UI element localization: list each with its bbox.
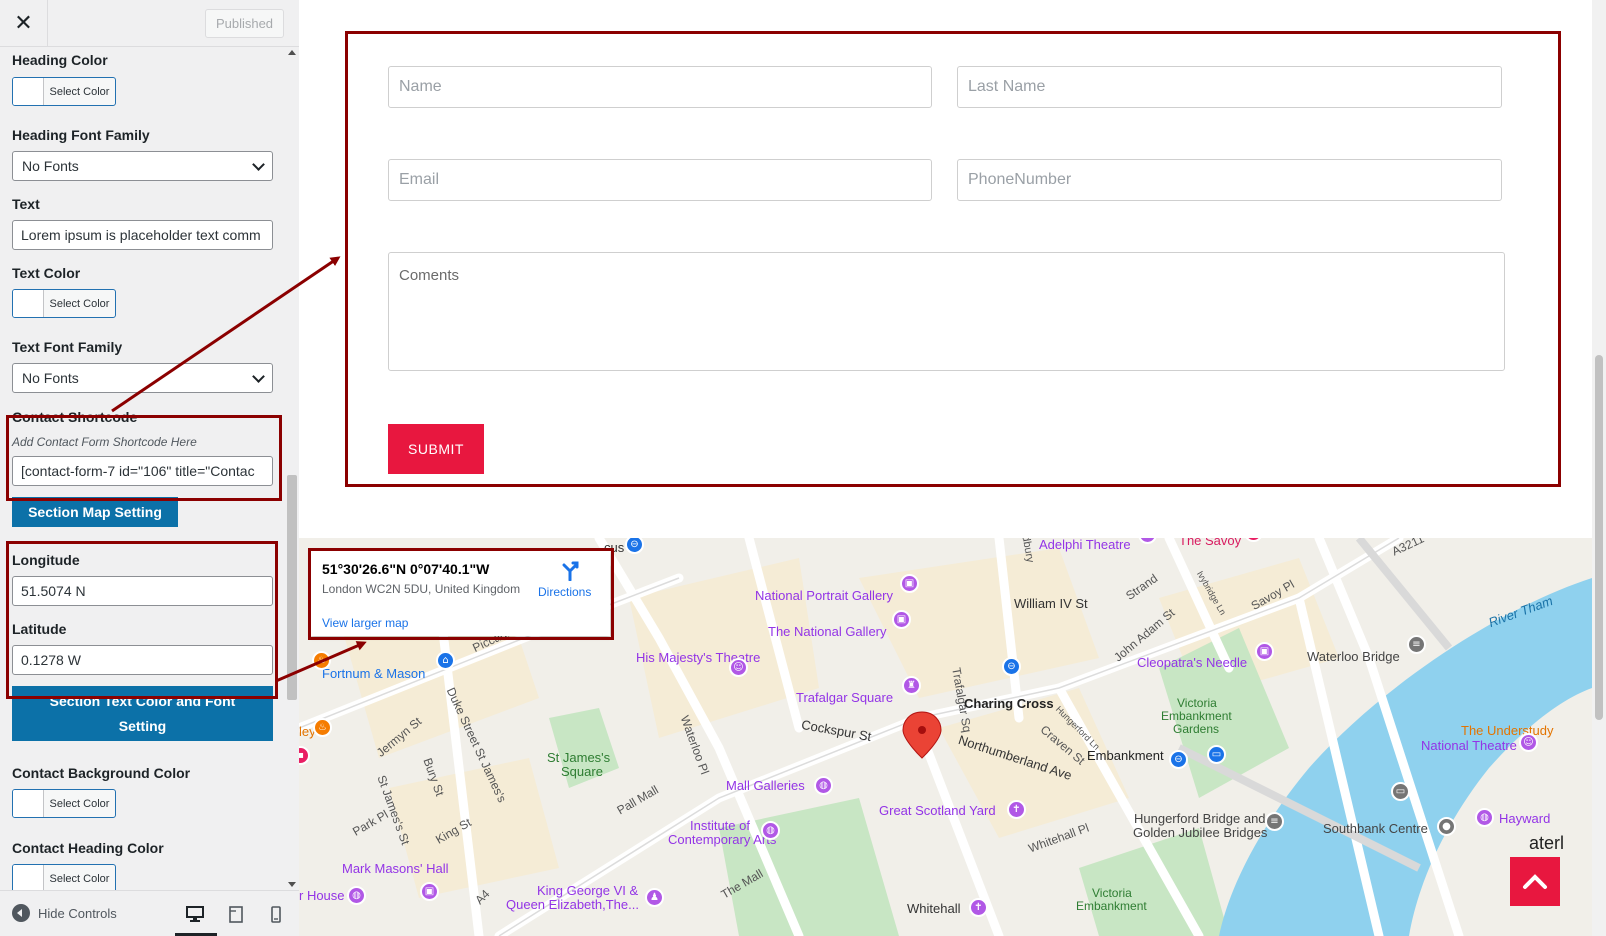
annotation-arrows — [111, 256, 367, 683]
customizer-screen: ✕ Published Heading Color Select Color H… — [0, 0, 1606, 936]
